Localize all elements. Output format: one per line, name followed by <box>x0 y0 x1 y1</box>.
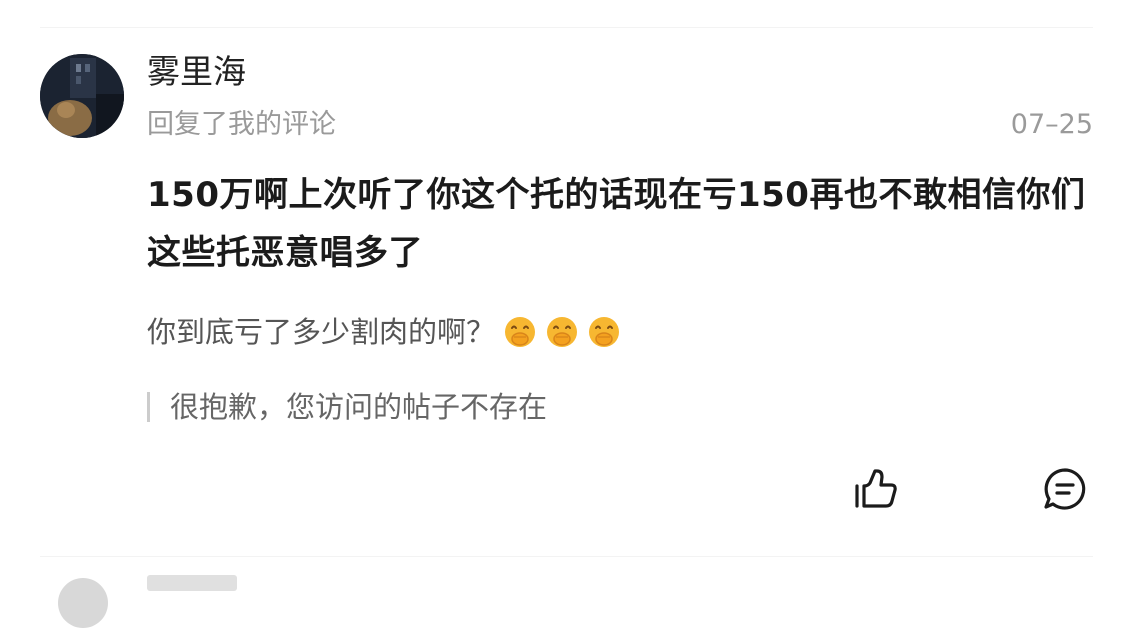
comment-text: 150万啊上次听了你这个托的话现在亏150再也不敢相信你们这些托恶意唱多了 <box>147 175 1086 273</box>
notice-text: 很抱歉，您访问的帖子不存在 <box>170 390 548 424</box>
quote-bar <box>147 392 150 422</box>
covering-mouth-emoji-icon <box>587 315 621 349</box>
quoted-comment[interactable]: 你到底亏了多少割肉的啊？ <box>147 312 621 352</box>
bottom-divider <box>40 556 1093 557</box>
top-divider <box>40 27 1093 28</box>
deleted-post-notice: 很抱歉，您访问的帖子不存在 <box>147 385 547 429</box>
username[interactable]: 雾里海 <box>147 52 246 92</box>
reply-subtitle: 回复了我的评论 <box>147 109 336 140</box>
next-comment-avatar[interactable] <box>58 578 108 628</box>
like-button[interactable] <box>851 466 901 516</box>
comment-bubble-icon <box>1042 466 1088 516</box>
quoted-comment-text: 你到底亏了多少割肉的啊？ <box>147 315 496 349</box>
reply-button[interactable] <box>1040 466 1090 516</box>
covering-mouth-emoji-icon <box>503 315 537 349</box>
avatar[interactable] <box>40 54 124 138</box>
thumbs-up-icon <box>853 466 899 516</box>
covering-mouth-emoji-icon <box>545 315 579 349</box>
comment-date: 07–25 <box>1010 109 1093 140</box>
next-comment-name-placeholder <box>147 575 237 591</box>
